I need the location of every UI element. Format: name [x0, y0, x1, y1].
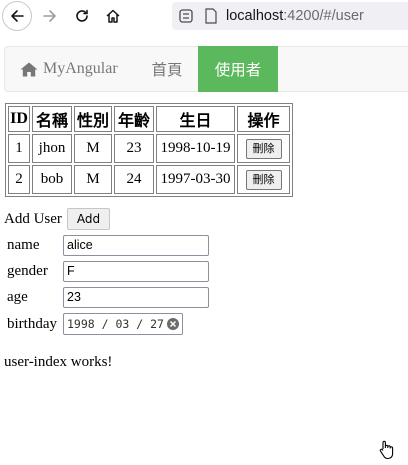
cell-gender: M: [74, 134, 112, 163]
brand-link[interactable]: MyAngular: [20, 47, 118, 91]
name-label: name: [7, 236, 40, 253]
forward-button[interactable]: [36, 2, 64, 30]
user-index-status: user-index works!: [4, 354, 113, 370]
cell-action: 刪除: [237, 165, 290, 194]
hand-cursor-icon: [378, 440, 396, 465]
cell-id: 2: [8, 165, 30, 194]
cell-age: 24: [114, 165, 154, 194]
cell-birthday: 1997-03-30: [156, 165, 235, 194]
delete-button[interactable]: 刪除: [245, 138, 282, 159]
cell-age: 23: [114, 134, 154, 163]
arrow-left-icon: [11, 10, 24, 22]
add-user-header: Add User Add: [4, 208, 111, 230]
reload-button[interactable]: [68, 2, 96, 30]
birthday-input[interactable]: 1998 / 03 / 27: [63, 313, 183, 335]
table-header-row: ID 名稱 性別 年齡 生日 操作: [8, 106, 290, 132]
name-input[interactable]: alice: [63, 234, 209, 256]
url-host: localhost: [226, 8, 284, 24]
brand-label: MyAngular: [43, 60, 118, 77]
table-row: 2 bob M 24 1997-03-30 刪除: [8, 165, 290, 194]
cell-name: jhon: [32, 134, 72, 163]
address-bar[interactable]: localhost:4200/#/user: [172, 2, 408, 30]
home-button[interactable]: [99, 2, 127, 30]
app-navbar: MyAngular 首頁 使用者: [4, 46, 408, 92]
delete-button[interactable]: 刪除: [245, 169, 282, 190]
birthday-row: birthday 1998 / 03 / 27: [7, 313, 183, 335]
cell-id: 1: [8, 134, 30, 163]
age-input[interactable]: 23: [63, 286, 209, 308]
table-row: 1 jhon M 23 1998-10-19 刪除: [8, 134, 290, 163]
home-icon: [20, 62, 38, 77]
page-info-icon[interactable]: [175, 5, 197, 27]
name-row: name alice: [7, 234, 209, 256]
url-path: :4200/#/user: [283, 8, 364, 24]
cell-name: bob: [32, 165, 72, 194]
reload-icon: [76, 9, 88, 22]
gender-row: gender F: [7, 260, 209, 282]
home-icon: [106, 9, 120, 23]
header-gender: 性別: [74, 106, 112, 132]
cell-birthday: 1998-10-19: [156, 134, 235, 163]
arrow-right-icon: [43, 10, 56, 22]
header-age: 年齡: [114, 106, 154, 132]
add-button[interactable]: Add: [66, 208, 111, 230]
header-action: 操作: [237, 106, 290, 132]
birthday-label: birthday: [7, 315, 57, 332]
age-label: age: [7, 288, 28, 305]
gender-label: gender: [7, 262, 48, 279]
birthday-value: 1998 / 03 / 27: [67, 317, 164, 331]
header-name: 名稱: [32, 106, 72, 132]
cell-gender: M: [74, 165, 112, 194]
clear-icon[interactable]: [167, 318, 179, 330]
header-birthday: 生日: [156, 106, 235, 132]
back-button[interactable]: [2, 1, 32, 31]
page-icon: [200, 5, 222, 27]
nav-home-link[interactable]: 首頁: [136, 46, 198, 92]
gender-input[interactable]: F: [63, 260, 209, 282]
browser-toolbar: localhost:4200/#/user: [0, 0, 408, 32]
header-id: ID: [8, 106, 30, 132]
age-row: age 23: [7, 286, 209, 308]
nav-user-link[interactable]: 使用者: [198, 46, 278, 92]
user-table: ID 名稱 性別 年齡 生日 操作 1 jhon M 23 1998-10-19…: [5, 103, 293, 197]
add-user-title: Add User: [4, 210, 62, 227]
cell-action: 刪除: [237, 134, 290, 163]
